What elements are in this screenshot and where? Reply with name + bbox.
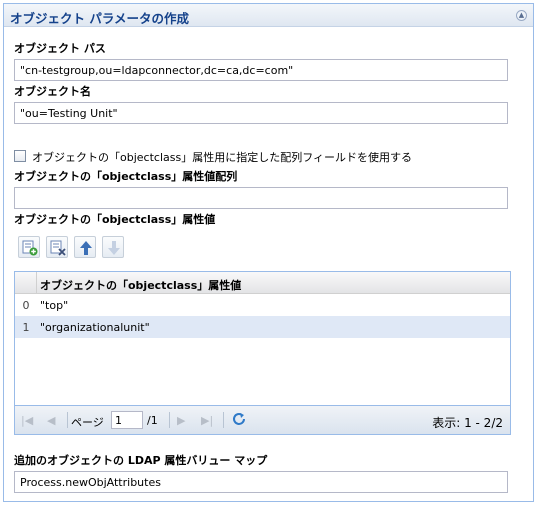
move-up-icon	[80, 241, 92, 255]
use-array-field-label: オブジェクトの「objectclass」属性用に指定した配列フィールドを使用する	[32, 151, 412, 164]
page-label: ページ	[71, 416, 104, 429]
add-row-button[interactable]	[18, 236, 40, 258]
ldap-attr-map-label: 追加のオブジェクトの LDAP 属性バリュー マップ	[14, 454, 268, 467]
move-down-button[interactable]	[102, 236, 124, 258]
objectclass-column-header[interactable]: オブジェクトの「objectclass」属性値	[40, 277, 241, 293]
add-row-icon	[22, 240, 38, 256]
pager-separator	[67, 412, 68, 428]
row-number-header	[15, 272, 37, 293]
row-number: 1	[22, 321, 30, 334]
chevron-up-icon[interactable]: ▲	[516, 10, 527, 21]
display-count: 表示: 1 - 2/2	[432, 416, 503, 430]
objectclass-array-field[interactable]	[14, 187, 508, 209]
refresh-icon[interactable]	[231, 411, 247, 430]
last-page-icon[interactable]: ▶|	[201, 414, 213, 427]
delete-row-icon	[50, 240, 66, 256]
pager-separator	[169, 412, 170, 428]
table-row[interactable]: 0 "top"	[15, 294, 510, 316]
panel-title: オブジェクト パラメータの作成	[10, 11, 189, 26]
objectclass-values-label: オブジェクトの「objectclass」属性値	[14, 213, 216, 226]
table-row[interactable]: 1 "organizationalunit"	[15, 316, 510, 338]
use-array-field-checkbox[interactable]	[14, 150, 26, 162]
object-path-field[interactable]: "cn-testgroup,ou=ldapconnector,dc=ca,dc=…	[14, 59, 508, 81]
next-page-icon[interactable]: ▶	[177, 414, 185, 427]
move-up-button[interactable]	[74, 236, 96, 258]
page-number-input[interactable]: 1	[111, 411, 143, 429]
grid-header: オブジェクトの「objectclass」属性値	[15, 272, 510, 294]
row-number: 0	[22, 299, 30, 312]
row-value[interactable]: "top"	[40, 299, 68, 312]
object-path-label: オブジェクト パス	[14, 42, 106, 55]
pager-separator	[223, 412, 224, 428]
delete-row-button[interactable]	[46, 236, 68, 258]
pager: |◀ ◀ ページ 1 /1 ▶ ▶| 表示: 1 - 2/2	[15, 405, 510, 434]
first-page-icon[interactable]: |◀	[21, 414, 33, 427]
row-value[interactable]: "organizationalunit"	[40, 321, 150, 334]
ldap-attr-map-field[interactable]: Process.newObjAttributes	[14, 471, 508, 493]
create-object-parameters-panel: オブジェクト パラメータの作成 ▲ オブジェクト パス "cn-testgrou…	[3, 3, 534, 502]
objectclass-array-label: オブジェクトの「objectclass」属性値配列	[14, 170, 238, 183]
move-down-icon	[108, 241, 120, 255]
panel-header: オブジェクト パラメータの作成 ▲	[4, 4, 533, 27]
prev-page-icon[interactable]: ◀	[47, 414, 55, 427]
object-name-label: オブジェクト名	[14, 85, 91, 98]
total-pages: /1	[147, 414, 158, 427]
objectclass-grid: オブジェクトの「objectclass」属性値 0 "top" 1 "organ…	[14, 271, 511, 435]
object-name-field[interactable]: "ou=Testing Unit"	[14, 102, 508, 124]
